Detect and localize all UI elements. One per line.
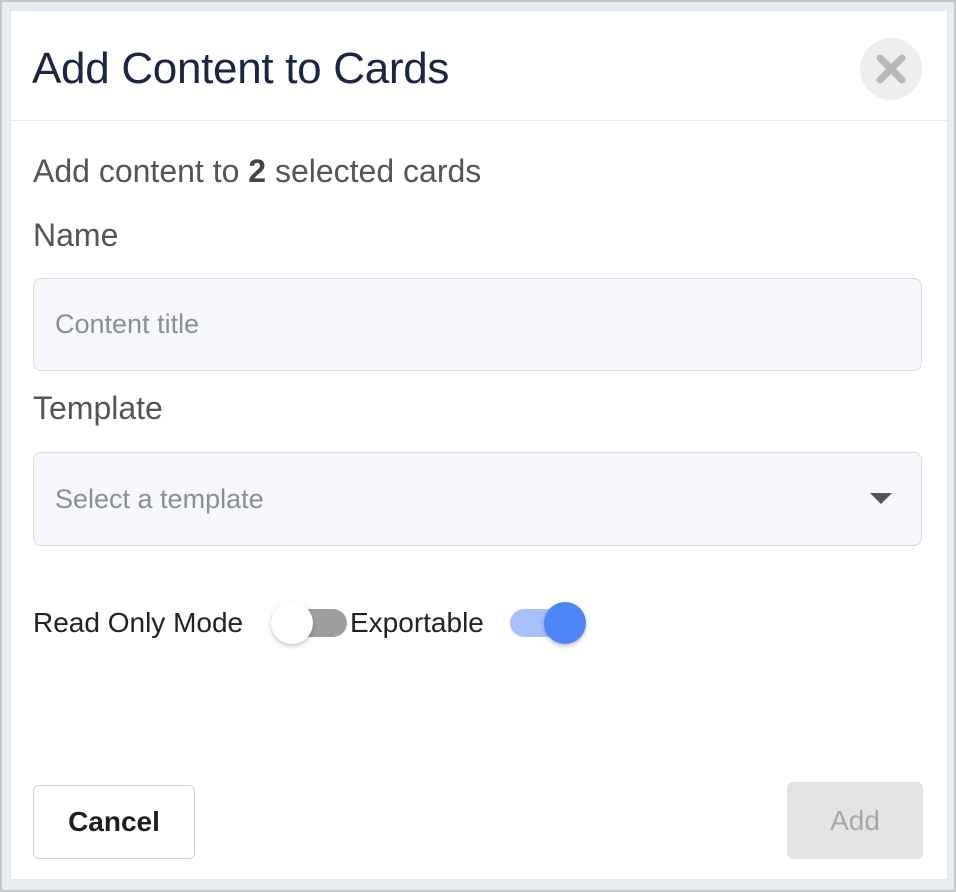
exportable-toggle-thumb xyxy=(544,602,586,644)
name-input[interactable] xyxy=(34,279,921,370)
add-content-dialog: Add Content to Cards Add content to 2 se… xyxy=(10,10,948,880)
template-label: Template xyxy=(33,390,163,426)
close-icon xyxy=(876,54,906,84)
chevron-down-icon xyxy=(870,493,892,504)
selection-summary: Add content to 2 selected cards xyxy=(33,151,481,191)
read-only-toggle-thumb xyxy=(271,602,313,644)
selected-count: 2 xyxy=(248,153,267,189)
read-only-label: Read Only Mode xyxy=(33,607,244,638)
dialog-header: Add Content to Cards xyxy=(11,11,947,121)
summary-suffix: selected cards xyxy=(266,153,482,189)
close-button[interactable] xyxy=(860,38,922,100)
exportable-label: Exportable xyxy=(350,607,484,638)
dialog-title: Add Content to Cards xyxy=(32,44,450,93)
add-button[interactable]: Add xyxy=(787,782,923,859)
modal-backdrop: Add Content to Cards Add content to 2 se… xyxy=(0,0,956,892)
name-field-wrapper xyxy=(33,278,922,371)
template-select-placeholder: Select a template xyxy=(55,484,264,514)
template-select[interactable]: Select a template xyxy=(33,452,922,546)
summary-prefix: Add content to xyxy=(33,153,249,189)
name-label: Name xyxy=(33,217,119,253)
cancel-button[interactable]: Cancel xyxy=(33,785,195,859)
